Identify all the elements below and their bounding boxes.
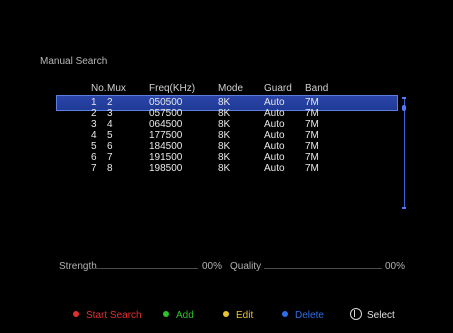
edit-button[interactable]: Edit	[223, 308, 253, 324]
cell-freq[interactable]: 184500	[149, 141, 218, 152]
scroll-track	[404, 97, 405, 209]
cell-band[interactable]: 7M	[305, 163, 397, 174]
header-mux: Mux	[107, 83, 126, 94]
start-search-button[interactable]: Start Search	[73, 308, 142, 324]
cell-mode[interactable]: 8K	[218, 163, 264, 174]
cell-band[interactable]: 7M	[305, 130, 397, 141]
start-search-label: Start Search	[86, 310, 142, 321]
ok-knob-icon	[350, 308, 362, 320]
cell-guard[interactable]: Auto	[264, 97, 305, 108]
red-key-icon	[73, 311, 79, 317]
cell-no[interactable]: 7	[77, 163, 105, 174]
scrollbar[interactable]	[402, 97, 406, 209]
cell-band[interactable]: 7M	[305, 97, 397, 108]
cell-guard[interactable]: Auto	[264, 141, 305, 152]
header-mode: Mode	[218, 83, 244, 94]
cell-mux[interactable]: 4	[105, 119, 149, 130]
cell-mux[interactable]: 7	[105, 152, 149, 163]
select-label: Select	[367, 310, 395, 321]
header-no: No.	[91, 83, 107, 94]
cell-no[interactable]: 4	[77, 130, 105, 141]
strength-meter: Strength 00%	[59, 261, 223, 273]
strength-bar	[92, 268, 198, 269]
page-title: Manual Search	[40, 56, 108, 67]
cell-band[interactable]: 7M	[305, 119, 397, 130]
add-label: Add	[176, 310, 194, 321]
cell-freq[interactable]: 050500	[149, 97, 218, 108]
cell-guard[interactable]: Auto	[264, 152, 305, 163]
delete-label: Delete	[295, 310, 324, 321]
cell-mux[interactable]: 3	[105, 108, 149, 119]
header-guard: Guard	[264, 83, 292, 94]
cell-mode[interactable]: 8K	[218, 108, 264, 119]
footer-hints: Start Search Add Edit Delete Select	[0, 308, 453, 324]
cell-mode[interactable]: 8K	[218, 119, 264, 130]
cell-freq[interactable]: 064500	[149, 119, 218, 130]
header-freq: Freq(KHz)	[149, 83, 196, 94]
cell-no[interactable]: 5	[77, 141, 105, 152]
cell-mux[interactable]: 5	[105, 130, 149, 141]
delete-button[interactable]: Delete	[282, 308, 324, 324]
quality-value: 00%	[385, 261, 406, 272]
header-band: Band	[305, 83, 329, 94]
cell-freq[interactable]: 198500	[149, 163, 218, 174]
cell-guard[interactable]: Auto	[264, 163, 305, 174]
cell-no[interactable]: 6	[77, 152, 105, 163]
cell-no[interactable]: 1	[77, 97, 105, 108]
cell-mode[interactable]: 8K	[218, 97, 264, 108]
edit-label: Edit	[236, 310, 254, 321]
cell-band[interactable]: 7M	[305, 108, 397, 119]
cell-band[interactable]: 7M	[305, 141, 397, 152]
cell-freq[interactable]: 057500	[149, 108, 218, 119]
strength-value: 00%	[202, 261, 223, 272]
cell-guard[interactable]: Auto	[264, 119, 305, 130]
cell-mux[interactable]: 6	[105, 141, 149, 152]
cell-mode[interactable]: 8K	[218, 152, 264, 163]
cell-guard[interactable]: Auto	[264, 130, 305, 141]
cell-guard[interactable]: Auto	[264, 108, 305, 119]
scroll-top-cap	[402, 97, 406, 99]
strength-label: Strength	[59, 261, 97, 272]
cell-freq[interactable]: 177500	[149, 130, 218, 141]
cell-freq[interactable]: 191500	[149, 152, 218, 163]
channel-table: No. Mux Freq(KHz) Mode Guard Band 1 2 05…	[77, 81, 397, 174]
quality-bar	[264, 268, 382, 269]
cell-mux[interactable]: 2	[105, 97, 149, 108]
cell-no[interactable]: 3	[77, 119, 105, 130]
add-button[interactable]: Add	[163, 308, 194, 324]
blue-key-icon	[282, 311, 288, 317]
cell-mux[interactable]: 8	[105, 163, 149, 174]
select-button[interactable]: Select	[350, 308, 395, 324]
scroll-thumb[interactable]	[402, 105, 406, 111]
green-key-icon	[163, 311, 169, 317]
scroll-bottom-cap	[402, 207, 406, 209]
cell-mode[interactable]: 8K	[218, 130, 264, 141]
quality-meter: Quality 00%	[230, 261, 405, 273]
cell-mode[interactable]: 8K	[218, 141, 264, 152]
cell-no[interactable]: 2	[77, 108, 105, 119]
cell-band[interactable]: 7M	[305, 152, 397, 163]
yellow-key-icon	[223, 311, 229, 317]
quality-label: Quality	[230, 261, 262, 272]
